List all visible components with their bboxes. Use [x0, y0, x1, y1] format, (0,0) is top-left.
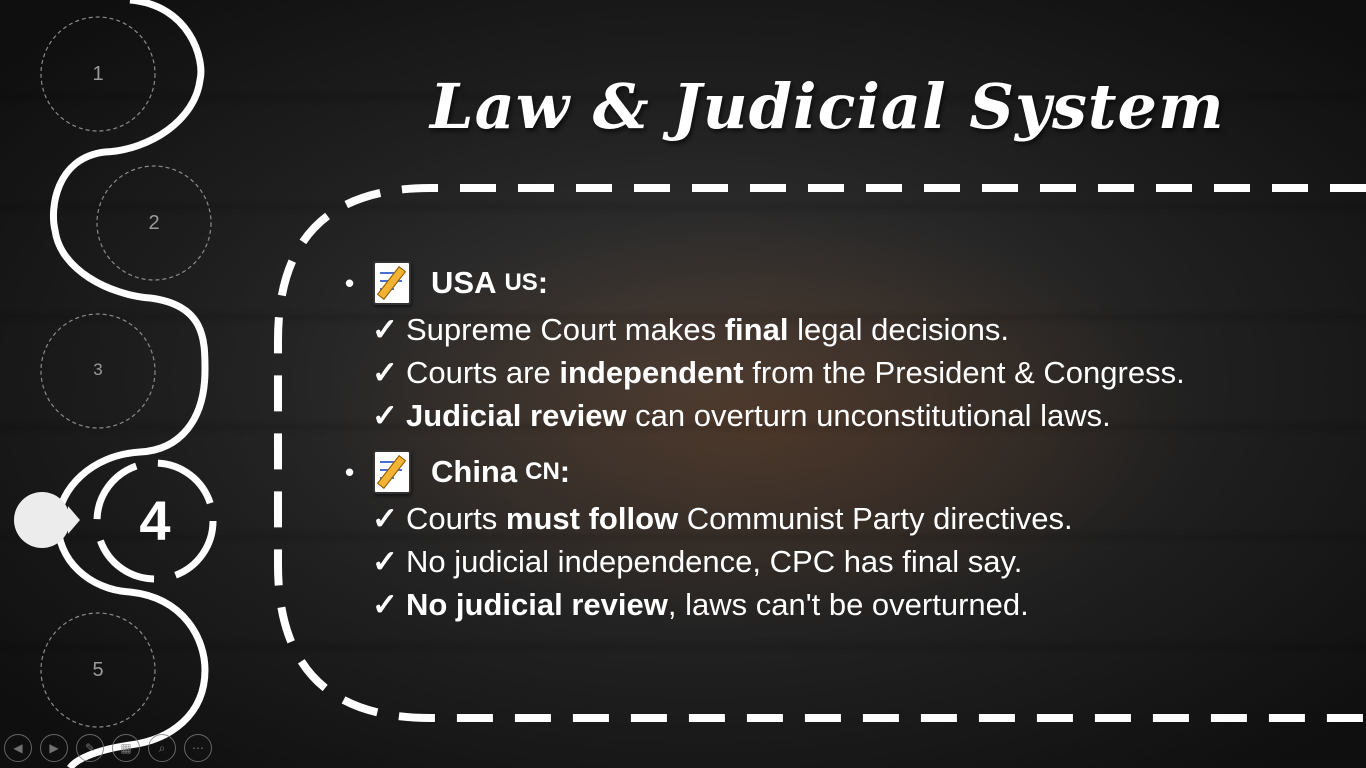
check-icon: ✓: [372, 355, 398, 390]
bullet: •: [345, 267, 355, 298]
colon: :: [537, 265, 549, 300]
country-name: China: [431, 454, 518, 489]
comparison-content: • USA US : ✓ Supreme Court makes final le…: [345, 258, 1345, 636]
nav-track: [49, 0, 209, 768]
section-usa: • USA US : ✓ Supreme Court makes final le…: [345, 258, 1345, 437]
previous-icon[interactable]: ◀: [4, 734, 32, 762]
section-heading: • USA US :: [345, 258, 1345, 308]
slide: 1 2 3 4 5 Law & Judicial System • USA US…: [0, 0, 1366, 768]
check-icon: ✓: [372, 312, 398, 347]
colon: :: [559, 454, 571, 489]
nav-position-marker: [14, 492, 70, 548]
nav-number-2[interactable]: 2: [134, 212, 174, 235]
pen-icon[interactable]: ✎: [76, 734, 104, 762]
slides-icon[interactable]: ▦: [112, 734, 140, 762]
point: ✓ Supreme Court makes final legal decisio…: [372, 312, 1010, 347]
nav-number-1[interactable]: 1: [78, 63, 118, 86]
point: ✓ Courts are independent from the Preside…: [372, 355, 1185, 390]
section-heading: • China CN :: [345, 447, 1345, 497]
country-code: US: [504, 269, 538, 296]
check-icon: ✓: [372, 544, 398, 579]
section-china: • China CN : ✓ Courts must follow Communi…: [345, 447, 1345, 626]
slide-title: Law & Judicial System: [430, 70, 1225, 143]
more-options-icon[interactable]: ⋯: [184, 734, 212, 762]
nav-number-active[interactable]: 4: [115, 488, 195, 553]
point: ✓ Judicial review can overturn unconstitu…: [372, 398, 1111, 433]
nav-number-5[interactable]: 5: [78, 659, 118, 682]
memo-icon: [373, 450, 411, 494]
country-code: CN: [525, 458, 560, 485]
point: ✓ Courts must follow Communist Party dire…: [372, 501, 1073, 536]
bullet: •: [345, 456, 355, 487]
check-icon: ✓: [372, 501, 398, 536]
slideshow-controls: ◀ ▶ ✎ ▦ ⌕ ⋯: [4, 734, 212, 764]
point: ✓ No judicial review, laws can't be overt…: [372, 587, 1029, 622]
nav-number-3[interactable]: 3: [78, 360, 118, 380]
navigation-path: [14, 0, 217, 768]
check-icon: ✓: [372, 398, 398, 433]
zoom-icon[interactable]: ⌕: [148, 734, 176, 762]
next-icon[interactable]: ▶: [40, 734, 68, 762]
country-name: USA: [431, 265, 497, 300]
point: ✓ No judicial independence, CPC has final…: [372, 544, 1023, 579]
check-icon: ✓: [372, 587, 398, 622]
memo-icon: [373, 261, 411, 305]
